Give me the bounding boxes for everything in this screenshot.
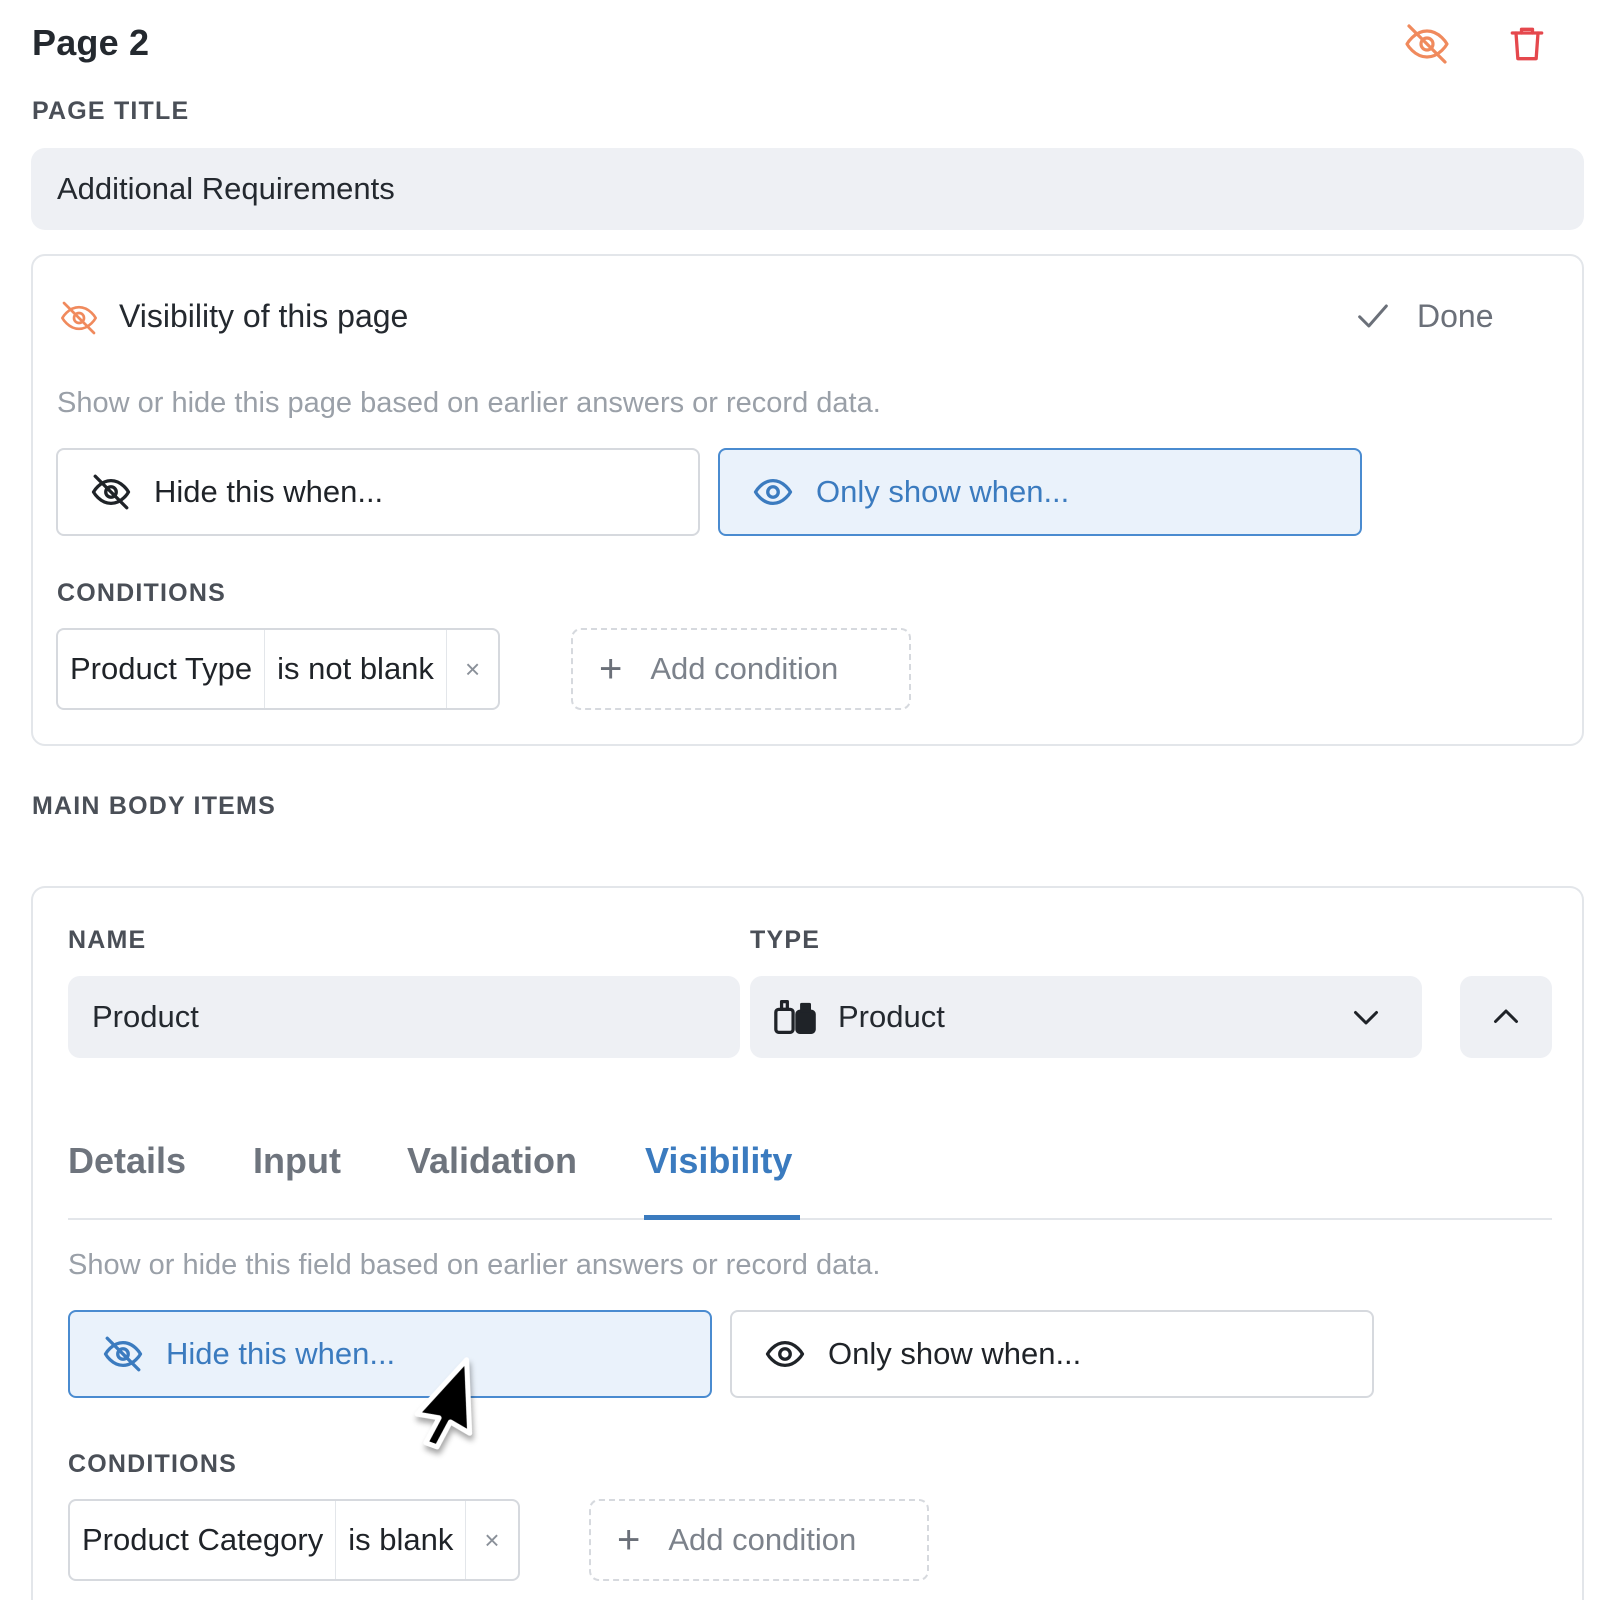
- tab-input[interactable]: Input: [253, 1140, 341, 1182]
- main-body-items-label: MAIN BODY ITEMS: [32, 792, 276, 820]
- item-type-value: Product: [838, 999, 945, 1034]
- visibility-title: Visibility of this page: [119, 298, 409, 334]
- condition-operator[interactable]: is blank: [335, 1501, 465, 1579]
- add-condition-button[interactable]: + Add condition: [571, 628, 911, 710]
- condition-chip[interactable]: Product Category is blank ×: [68, 1499, 520, 1581]
- hide-this-when-label: Hide this when...: [154, 474, 384, 509]
- hide-this-when-button[interactable]: Hide this when...: [56, 448, 700, 536]
- done-label: Done: [1417, 297, 1494, 334]
- add-condition-label: Add condition: [668, 1522, 857, 1557]
- field-visibility-helper: Show or hide this field based on earlier…: [68, 1249, 881, 1281]
- condition-field[interactable]: Product Type: [58, 630, 264, 708]
- plus-icon: +: [617, 1518, 641, 1562]
- eye-icon: [762, 1331, 808, 1377]
- item-type-select[interactable]: Product: [750, 976, 1422, 1058]
- only-show-when-button[interactable]: Only show when...: [718, 448, 1362, 536]
- chevron-up-icon: [1494, 1009, 1518, 1023]
- page-title-label: PAGE TITLE: [32, 97, 190, 125]
- conditions-label: CONDITIONS: [68, 1450, 237, 1478]
- condition-chip[interactable]: Product Type is not blank ×: [56, 628, 501, 710]
- tab-details[interactable]: Details: [68, 1140, 186, 1182]
- add-condition-label: Add condition: [650, 651, 839, 686]
- eye-off-icon: [88, 469, 134, 515]
- trash-icon: [1510, 27, 1544, 61]
- collapse-item-button[interactable]: [1460, 976, 1552, 1058]
- conditions-label: CONDITIONS: [57, 579, 226, 607]
- condition-operator[interactable]: is not blank: [264, 630, 446, 708]
- add-condition-button[interactable]: + Add condition: [589, 1499, 929, 1581]
- delete-page-button[interactable]: [1501, 18, 1553, 70]
- remove-condition-button[interactable]: ×: [445, 630, 498, 708]
- tab-validation[interactable]: Validation: [407, 1140, 577, 1182]
- plus-icon: +: [599, 647, 623, 691]
- hide-this-when-label: Hide this when...: [166, 1336, 396, 1371]
- page-title-input[interactable]: Additional Requirements: [31, 148, 1584, 230]
- page-visibility-card: Visibility of this page Done Show or hid…: [31, 254, 1584, 746]
- hide-this-when-button[interactable]: Hide this when...: [68, 1310, 712, 1398]
- done-button[interactable]: Done: [1353, 296, 1494, 336]
- condition-field[interactable]: Product Category: [70, 1501, 335, 1579]
- tabs-divider: [68, 1218, 1552, 1220]
- body-item-card: NAME TYPE Product Product Details Input …: [31, 886, 1584, 1600]
- page-heading: Page 2: [32, 22, 150, 63]
- eye-off-icon: [57, 298, 101, 338]
- only-show-when-label: Only show when...: [816, 474, 1070, 509]
- chevron-down-icon: [1354, 1011, 1378, 1025]
- remove-condition-button[interactable]: ×: [465, 1501, 517, 1579]
- page-hidden-toggle-button[interactable]: [1401, 18, 1453, 70]
- type-label: TYPE: [750, 926, 821, 954]
- item-name-input[interactable]: Product: [68, 976, 740, 1058]
- check-icon: [1358, 304, 1388, 328]
- page-visibility-helper: Show or hide this page based on earlier …: [57, 387, 881, 419]
- eye-off-icon: [100, 1331, 146, 1377]
- tab-visibility[interactable]: Visibility: [645, 1140, 792, 1182]
- name-label: NAME: [68, 926, 147, 954]
- eye-off-icon: [1405, 24, 1449, 64]
- only-show-when-button[interactable]: Only show when...: [730, 1310, 1374, 1398]
- eye-icon: [750, 469, 796, 515]
- product-icon: [774, 1000, 816, 1034]
- only-show-when-label: Only show when...: [828, 1336, 1082, 1371]
- active-tab-indicator: [644, 1215, 800, 1220]
